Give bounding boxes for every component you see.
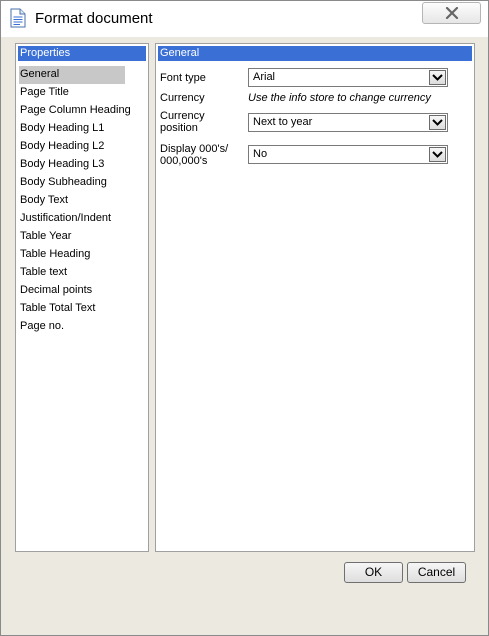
- font-type-value: Arial: [253, 71, 276, 83]
- properties-list: General Page Title Page Column Heading B…: [19, 66, 145, 336]
- property-item-table-total-text[interactable]: Table Total Text: [19, 300, 145, 318]
- font-type-label: Font type: [160, 72, 206, 84]
- currency-position-value: Next to year: [253, 116, 313, 128]
- currency-label: Currency: [160, 92, 205, 104]
- display-thousands-select[interactable]: No: [248, 145, 448, 164]
- title-bar: Format document: [1, 1, 488, 37]
- property-item-page-no[interactable]: Page no.: [19, 318, 145, 336]
- display-thousands-value: No: [253, 148, 268, 160]
- property-item-justification-indent[interactable]: Justification/Indent: [19, 210, 145, 228]
- currency-position-label: Currency position: [160, 110, 205, 134]
- currency-position-select[interactable]: Next to year: [248, 113, 448, 132]
- currency-position-row: Currency position Next to year: [160, 109, 470, 137]
- font-type-row: Font type Arial: [160, 68, 470, 88]
- property-item-table-text[interactable]: Table text: [19, 264, 145, 282]
- chevron-down-icon[interactable]: [429, 70, 446, 85]
- property-item-decimal-points[interactable]: Decimal points: [19, 282, 145, 300]
- property-item-body-heading-l1[interactable]: Body Heading L1: [19, 120, 145, 138]
- properties-header: Properties: [18, 46, 146, 61]
- properties-panel: Properties General Page Title Page Colum…: [15, 43, 149, 552]
- chevron-down-icon[interactable]: [429, 147, 446, 162]
- chevron-down-icon[interactable]: [429, 115, 446, 130]
- property-item-body-heading-l2[interactable]: Body Heading L2: [19, 138, 145, 156]
- format-document-dialog: Format document Properties General Page …: [0, 0, 489, 636]
- currency-row: Currency Use the info store to change cu…: [160, 92, 470, 106]
- property-item-body-text[interactable]: Body Text: [19, 192, 145, 210]
- general-header: General: [158, 46, 472, 61]
- property-item-page-column-heading[interactable]: Page Column Heading: [19, 102, 145, 120]
- close-x-icon: [445, 7, 459, 19]
- property-item-body-heading-l3[interactable]: Body Heading L3: [19, 156, 145, 174]
- close-button[interactable]: [422, 2, 481, 24]
- cancel-button[interactable]: Cancel: [407, 562, 466, 583]
- property-item-table-year[interactable]: Table Year: [19, 228, 145, 246]
- dialog-content: Properties General Page Title Page Colum…: [9, 37, 480, 629]
- property-item-table-heading[interactable]: Table Heading: [19, 246, 145, 264]
- currency-info-text: Use the info store to change currency: [248, 92, 431, 104]
- general-panel: General Font type Arial Currency Use the…: [155, 43, 475, 552]
- property-item-page-title[interactable]: Page Title: [19, 84, 145, 102]
- document-icon: [10, 8, 26, 28]
- display-thousands-row: Display 000's/ 000,000's No: [160, 142, 470, 170]
- display-thousands-label: Display 000's/ 000,000's: [160, 143, 229, 167]
- property-item-body-subheading[interactable]: Body Subheading: [19, 174, 145, 192]
- property-item-general[interactable]: General: [19, 66, 125, 84]
- dialog-title: Format document: [35, 10, 153, 27]
- font-type-select[interactable]: Arial: [248, 68, 448, 87]
- ok-button[interactable]: OK: [344, 562, 403, 583]
